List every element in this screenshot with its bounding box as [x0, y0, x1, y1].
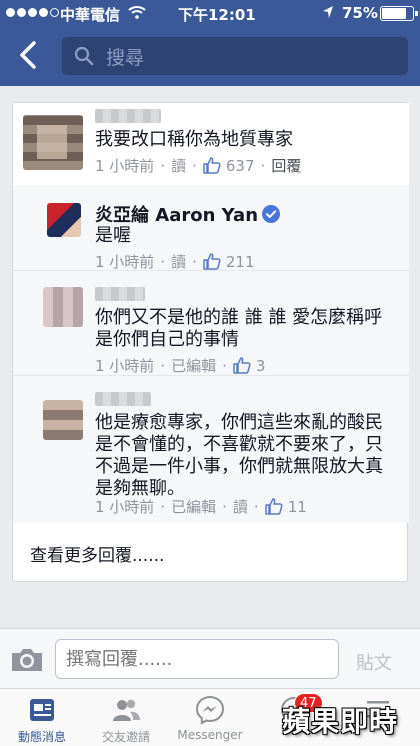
verified-badge-icon — [262, 205, 281, 223]
camera-icon[interactable] — [10, 647, 44, 673]
like-count: 3 — [255, 356, 266, 375]
view-more-replies-link[interactable]: 查看更多回覆...... — [30, 541, 164, 566]
comment-meta: 1 小時前 · 已編輯 · 讀 · 11 — [95, 497, 307, 517]
comment-line: 不過是一件小事，你們就無限放大真 — [95, 456, 383, 477]
edited-label: 已編輯 — [171, 498, 217, 516]
read-label: 讀 — [171, 157, 187, 175]
thumbs-up-icon[interactable] — [233, 357, 251, 374]
tab-label: Messenger — [177, 728, 243, 742]
battery-percentage: 75% — [342, 4, 378, 22]
avatar[interactable] — [23, 115, 83, 170]
author-name-blurred[interactable] — [95, 392, 151, 406]
tab-friend-requests[interactable]: 交友邀請 — [84, 689, 168, 746]
battery-icon — [380, 6, 418, 21]
comment-item: 炎亞綸 Aaron Yan 是喔 1 小時前 · 讀 · 211 — [13, 185, 409, 272]
clock: 下午12:01 — [178, 6, 256, 24]
comment-text: 你們又不是他的誰 誰 誰 愛怎麼稱呼 是你們自己的事情 — [95, 307, 382, 351]
edited-label: 已編輯 — [171, 357, 217, 375]
signal-strength-icon — [6, 8, 59, 17]
read-label: 讀 — [232, 498, 248, 516]
avatar[interactable] — [43, 287, 83, 327]
news-feed-icon — [30, 699, 54, 721]
author-name-text: 炎亞綸 Aaron Yan — [95, 205, 259, 226]
location-arrow-icon — [323, 6, 333, 18]
wifi-icon — [128, 6, 146, 19]
like-count: 11 — [287, 497, 307, 516]
avatar[interactable] — [47, 203, 81, 237]
comment-item: 他是療愈專家，你們這些來亂的酸民 是不會懂的，不喜歡就不要來了，只 不過是一件小… — [13, 375, 409, 523]
reply-composer: 貼文 — [0, 628, 420, 688]
comment-text: 我要改口稱你為地質專家 — [95, 129, 293, 150]
comment-item: 我要改口稱你為地質專家 1 小時前 · 讀 · 637 · 回覆 — [13, 103, 409, 185]
timestamp: 1 小時前 — [95, 498, 155, 516]
tab-label: 動態消息 — [17, 730, 66, 744]
comment-item: 你們又不是他的誰 誰 誰 愛怎麼稱呼 是你們自己的事情 1 小時前 · 已編輯 · … — [13, 270, 409, 375]
search-icon — [74, 46, 94, 66]
author-name-blurred[interactable] — [95, 109, 161, 123]
comment-meta: 1 小時前 · 讀 · 637 · 回覆 — [95, 155, 302, 176]
tab-label: 交友邀請 — [101, 730, 150, 744]
status-bar: 中華電信 下午12:01 75% — [0, 0, 420, 28]
author-name[interactable]: 炎亞綸 Aaron Yan — [95, 201, 281, 227]
back-arrow-icon[interactable] — [14, 40, 44, 70]
comment-meta: 1 小時前 · 已編輯 · 3 — [95, 356, 266, 376]
thumbs-up-icon[interactable] — [203, 253, 221, 270]
thumbs-up-icon[interactable] — [264, 498, 283, 515]
tab-news-feed[interactable]: 動態消息 — [0, 689, 84, 746]
comment-line: 他是療愈專家，你們這些來亂的酸民 — [95, 412, 383, 433]
comment-meta: 1 小時前 · 讀 · 211 — [95, 252, 255, 272]
comment-line: 是你們自己的事情 — [95, 329, 239, 350]
search-bar[interactable]: 搜尋 — [62, 37, 408, 75]
thumbs-up-icon[interactable] — [203, 157, 221, 174]
comment-line: 你們又不是他的誰 誰 誰 愛怎麼稱呼 — [95, 307, 383, 328]
search-placeholder: 搜尋 — [106, 46, 145, 69]
avatar[interactable] — [43, 400, 83, 440]
like-count: 211 — [225, 252, 255, 271]
post-button[interactable]: 貼文 — [356, 649, 392, 675]
comment-thread-card: 我要改口稱你為地質專家 1 小時前 · 讀 · 637 · 回覆 炎亞綸 Aaron … — [12, 102, 409, 582]
comment-text: 是喔 — [95, 225, 131, 246]
timestamp: 1 小時前 — [95, 253, 155, 271]
comment-line: 是不會懂的，不喜歡就不要來了，只 — [95, 434, 383, 455]
comment-text: 他是療愈專家，你們這些來亂的酸民 是不會懂的，不喜歡就不要來了，只 不過是一件小… — [95, 412, 383, 500]
tab-messenger[interactable]: Messenger — [168, 689, 252, 746]
like-count: 637 — [225, 156, 255, 175]
messenger-icon — [195, 695, 225, 725]
watermark-logo: 蘋果即時 — [282, 705, 399, 738]
friend-requests-icon — [113, 699, 140, 721]
author-name-blurred[interactable] — [95, 287, 145, 301]
timestamp: 1 小時前 — [95, 157, 155, 175]
top-bar: 中華電信 下午12:01 75% 搜尋 — [0, 0, 420, 86]
timestamp: 1 小時前 — [95, 357, 155, 375]
carrier-name: 中華電信 — [60, 6, 121, 24]
read-label: 讀 — [171, 253, 187, 271]
reply-button[interactable]: 回覆 — [271, 155, 301, 176]
reply-input[interactable] — [55, 639, 339, 679]
